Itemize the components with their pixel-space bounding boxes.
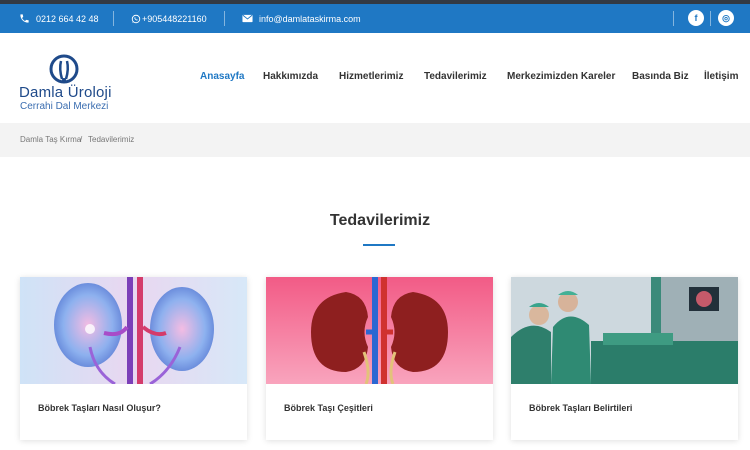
kidney-illustration-image [20,277,247,384]
contact-topbar: 0212 664 42 48 +905448221160 info@damlat… [0,4,750,33]
facebook-icon[interactable]: f [688,10,704,26]
whatsapp-number: +905448221160 [142,13,207,24]
topbar-divider [113,11,114,26]
breadcrumb-current: Tedavilerimiz [88,135,135,144]
site-logo[interactable]: Damla Üroloji Cerrahi Dal Merkezi [19,53,119,115]
nav-item-tedavilerimiz[interactable]: Tedavilerimiz [424,71,487,82]
whatsapp-icon [131,14,141,23]
nav-item-hakkimizda[interactable]: Hakkımızda [263,71,318,82]
nav-item-basinda-biz[interactable]: Basında Biz [632,71,689,82]
envelope-icon [242,14,253,23]
breadcrumb-home[interactable]: Damla Taş Kırma [20,135,81,144]
instagram-icon[interactable]: ◎ [718,10,734,26]
breadcrumb-separator: / [80,135,83,144]
kidney-anatomy-image [266,277,493,384]
email-address: info@damlataskirma.com [259,13,361,24]
nav-item-iletisim[interactable]: İletişim [704,71,738,82]
logo-subtitle: Cerrahi Dal Merkezi [20,101,109,112]
topbar-divider [710,11,711,26]
nav-item-hizmetlerimiz[interactable]: Hizmetlerimiz [339,71,403,82]
title-underline [363,244,395,246]
treatment-card[interactable]: Böbrek Taşı Çeşitleri [266,277,493,440]
phone-contact[interactable]: 0212 664 42 48 [19,4,99,33]
card-title[interactable]: Böbrek Taşları Nasıl Oluşur? [38,403,161,413]
surgery-photo-image [511,277,738,384]
whatsapp-contact[interactable]: +905448221160 [131,4,207,33]
phone-number: 0212 664 42 48 [36,13,99,24]
nav-item-anasayfa[interactable]: Anasayfa [200,71,244,82]
droplet-logo-icon [49,54,79,84]
topbar-divider [224,11,225,26]
breadcrumb: Damla Taş Kırma / Tedavilerimiz [0,123,750,157]
page-title: Tedavilerimiz [329,212,431,229]
site-header: Damla Üroloji Cerrahi Dal Merkezi Anasay… [0,33,750,123]
treatment-card[interactable]: Böbrek Taşları Nasıl Oluşur? [20,277,247,440]
card-title[interactable]: Böbrek Taşları Belirtileri [529,403,632,413]
phone-icon [20,14,29,23]
email-contact[interactable]: info@damlataskirma.com [242,4,361,33]
nav-item-merkezimizden-kareler[interactable]: Merkezimizden Kareler [507,71,615,82]
card-title[interactable]: Böbrek Taşı Çeşitleri [284,403,373,413]
logo-title: Damla Üroloji [19,84,112,101]
topbar-divider [673,11,674,26]
treatment-card[interactable]: Böbrek Taşları Belirtileri [511,277,738,440]
